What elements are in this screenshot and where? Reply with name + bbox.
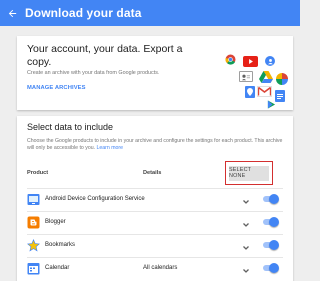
include-toggle[interactable] — [261, 240, 279, 250]
intro-card: Your account, your data. Export a copy. … — [17, 36, 293, 110]
include-toggle[interactable] — [261, 217, 279, 227]
docs-icon — [275, 90, 285, 102]
chevron-down-icon[interactable] — [241, 194, 251, 204]
select-data-description-text: Choose the Google products to include in… — [27, 138, 283, 151]
maps-icon — [245, 86, 255, 98]
product-name: Blogger — [45, 219, 66, 225]
arrow-back-icon[interactable] — [5, 6, 19, 20]
select-data-card: Select data to include Choose the Google… — [17, 116, 293, 281]
chevron-down-icon[interactable] — [241, 217, 251, 227]
bookmarks-star-icon — [27, 238, 40, 252]
list-item: Android Device Configuration Service — [27, 190, 283, 210]
product-name: Bookmarks — [45, 242, 76, 248]
app-bar: Download your data — [0, 0, 300, 26]
manage-archives-link[interactable]: MANAGE ARCHIVES — [27, 85, 86, 91]
youtube-icon — [243, 56, 258, 67]
include-toggle[interactable] — [261, 263, 279, 273]
calendar-icon — [27, 262, 40, 275]
include-toggle[interactable] — [261, 194, 279, 204]
divider — [27, 234, 283, 235]
product-name: Calendar — [45, 265, 70, 271]
product-name: Android Device Configuration Service — [45, 196, 145, 202]
column-header-product: Product — [27, 170, 49, 176]
profile-icon — [265, 56, 275, 66]
divider — [27, 211, 283, 212]
list-item: Calendar All calendars — [27, 259, 283, 279]
android-icon — [27, 193, 40, 206]
select-data-description: Choose the Google products to include in… — [27, 138, 283, 152]
chevron-down-icon[interactable] — [241, 263, 251, 273]
contacts-icon — [239, 71, 253, 82]
intro-description: Create an archive with your data from Go… — [27, 70, 160, 76]
list-item: Blogger — [27, 213, 283, 233]
blogger-icon — [27, 216, 40, 229]
select-none-highlight: SELECT NONE — [225, 161, 273, 185]
product-details: All calendars — [143, 265, 178, 271]
list-item: Bookmarks — [27, 236, 283, 256]
divider — [27, 257, 283, 258]
page-title: Download your data — [25, 6, 142, 20]
select-none-button[interactable]: SELECT NONE — [229, 165, 269, 181]
select-data-title: Select data to include — [27, 122, 114, 132]
chevron-down-icon[interactable] — [241, 240, 251, 250]
chrome-icon — [225, 54, 236, 65]
intro-title: Your account, your data. Export a copy. — [27, 43, 183, 68]
play-icon — [267, 100, 276, 109]
product-icons-cluster — [205, 36, 291, 110]
photos-icon — [276, 73, 288, 85]
divider — [27, 188, 283, 189]
gmail-icon — [257, 86, 272, 97]
drive-icon — [259, 71, 273, 83]
learn-more-link[interactable]: Learn more — [97, 145, 124, 151]
column-header-details: Details — [143, 170, 162, 176]
